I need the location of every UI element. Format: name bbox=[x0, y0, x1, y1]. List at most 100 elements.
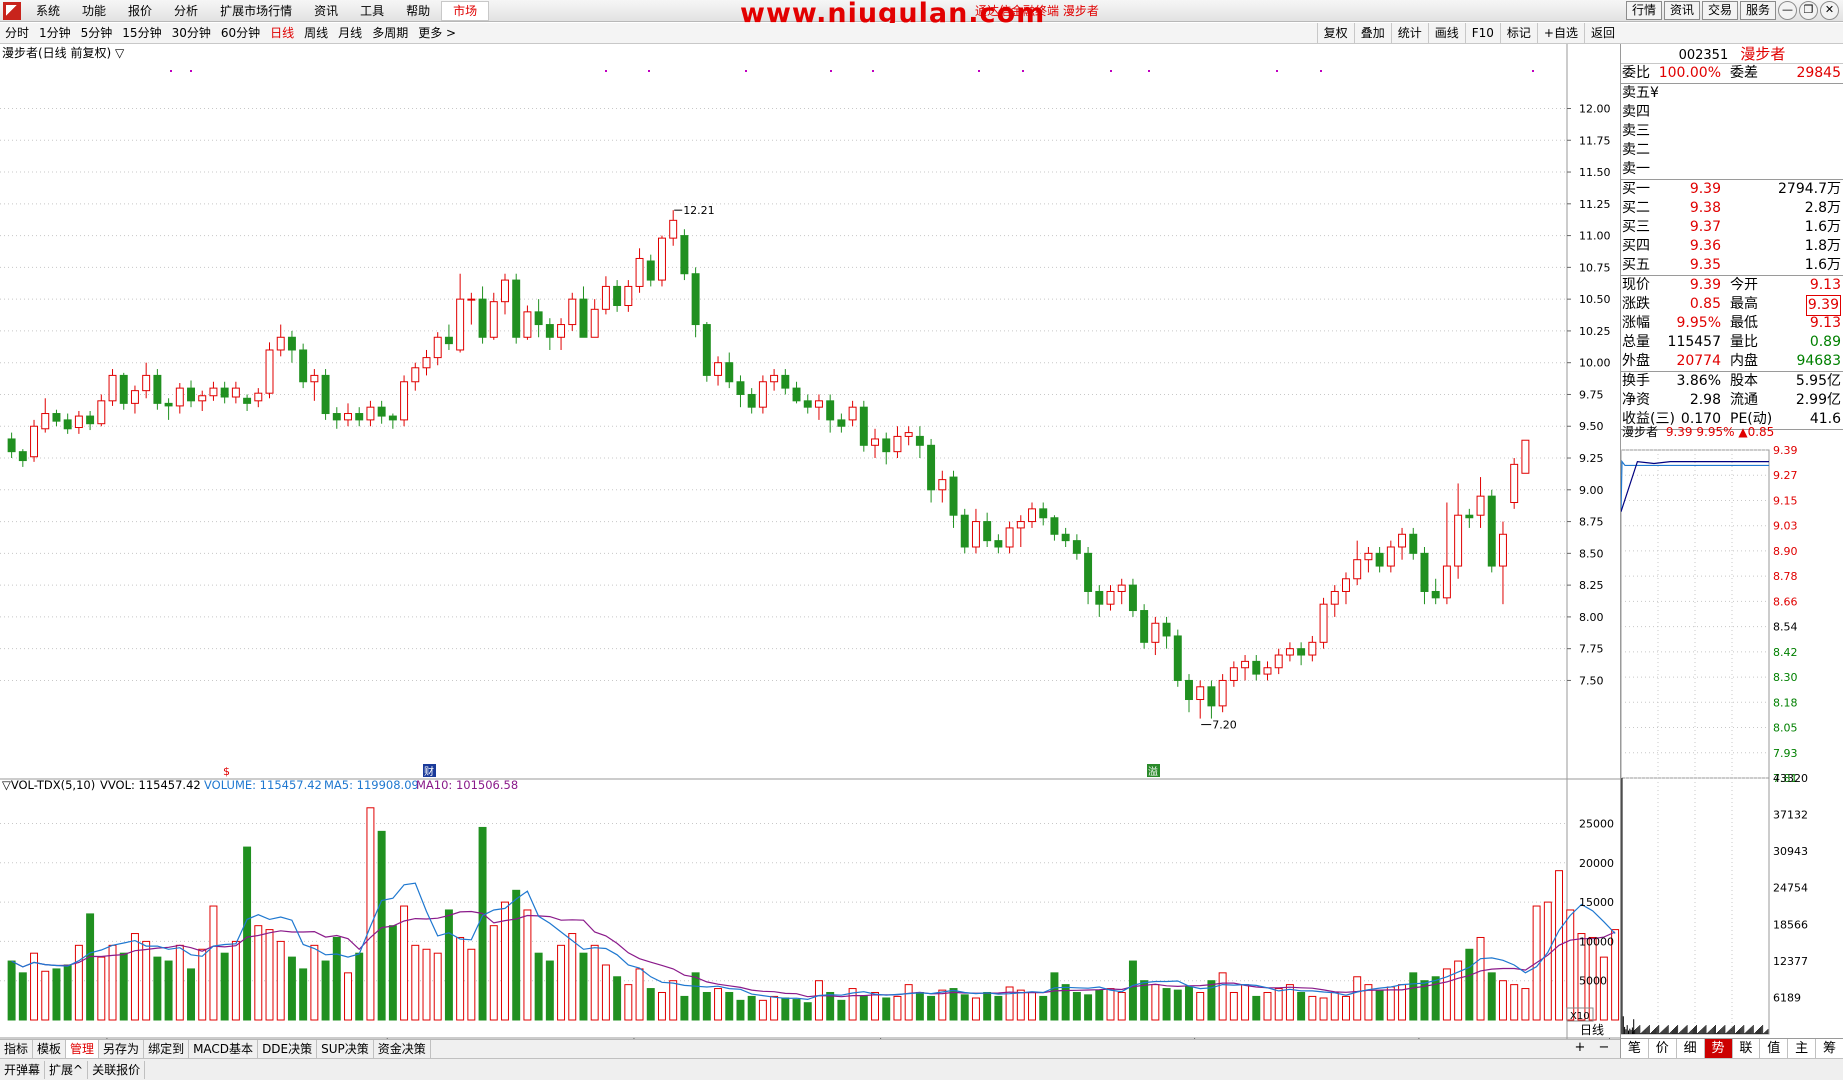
vol-indicator-name[interactable]: ▽VOL-TDX(5,10) bbox=[2, 778, 95, 792]
tab-macd[interactable]: MACD基本 bbox=[189, 1040, 259, 1058]
volume-bar bbox=[646, 988, 655, 1021]
menu-item-market[interactable]: 市场 bbox=[441, 0, 490, 21]
menu-item-function[interactable]: 功能 bbox=[71, 0, 117, 22]
tool-mark[interactable]: 标记 bbox=[1499, 23, 1537, 43]
candle-body bbox=[859, 406, 868, 446]
restore-icon[interactable]: ❐ bbox=[1799, 1, 1818, 20]
tab-fund[interactable]: 资金决策 bbox=[374, 1040, 431, 1058]
price-tick-label: 12.00 bbox=[1579, 102, 1611, 115]
candle-body bbox=[7, 438, 16, 453]
menu-item-news[interactable]: 资讯 bbox=[303, 0, 349, 22]
quote-row-2-label-2: 最低 bbox=[1730, 315, 1758, 331]
tab-save-as[interactable]: 另存为 bbox=[99, 1040, 145, 1058]
period-15min[interactable]: 15分钟 bbox=[117, 23, 166, 43]
sell-level-5[interactable]: 卖五¥ bbox=[1621, 84, 1843, 103]
candle-body bbox=[949, 476, 958, 516]
tab-sup[interactable]: SUP决策 bbox=[317, 1040, 374, 1058]
period-weekly[interactable]: 周线 bbox=[299, 23, 333, 43]
period-more[interactable]: 更多 > bbox=[413, 23, 461, 43]
sell-level-1[interactable]: 卖一 bbox=[1621, 160, 1843, 179]
zoom-out-button[interactable]: − bbox=[1596, 1040, 1612, 1055]
candle-body bbox=[411, 367, 420, 383]
buy-level-1[interactable]: 买一 9.39 2794.7万 bbox=[1621, 180, 1843, 199]
sell-level-4[interactable]: 卖四 bbox=[1621, 103, 1843, 122]
menu-item-quote[interactable]: 报价 bbox=[117, 0, 163, 22]
menu-item-system[interactable]: 系统 bbox=[25, 0, 71, 22]
candle-body bbox=[299, 349, 308, 383]
market-button[interactable]: 行情 bbox=[1625, 1, 1662, 20]
app-logo-icon[interactable] bbox=[3, 1, 21, 20]
buy-level-2[interactable]: 买二 9.38 2.8万 bbox=[1621, 199, 1843, 218]
tab-bind-to[interactable]: 绑定到 bbox=[144, 1040, 190, 1058]
service-button[interactable]: 服务 bbox=[1739, 1, 1776, 20]
period-30min[interactable]: 30分钟 bbox=[167, 23, 216, 43]
right-tab-2[interactable]: 细 bbox=[1677, 1039, 1705, 1058]
right-tab-5[interactable]: 值 bbox=[1760, 1039, 1789, 1058]
fundamental-row-1-label: 净资 bbox=[1622, 392, 1650, 408]
event-marker-dot bbox=[1022, 70, 1024, 72]
tab-manage[interactable]: 管理 bbox=[66, 1040, 100, 1058]
stock-name: 漫步者 bbox=[1740, 45, 1786, 63]
volume-bar bbox=[893, 995, 902, 1021]
candle-body bbox=[904, 432, 913, 437]
buy-level-price: 9.39 bbox=[1689, 181, 1721, 197]
candle-body bbox=[209, 387, 218, 397]
candle-body bbox=[366, 406, 375, 421]
tool-draw[interactable]: 画线 bbox=[1427, 23, 1465, 43]
period-multi[interactable]: 多周期 bbox=[367, 23, 413, 43]
related-quote-button[interactable]: 关联报价 bbox=[88, 1060, 146, 1079]
tab-dde[interactable]: DDE决策 bbox=[258, 1040, 318, 1058]
trade-button[interactable]: 交易 bbox=[1701, 1, 1738, 20]
menu-item-help[interactable]: 帮助 bbox=[395, 0, 441, 22]
candle-body bbox=[871, 438, 880, 446]
period-5min[interactable]: 5分钟 bbox=[76, 23, 118, 43]
period-1min[interactable]: 1分钟 bbox=[34, 23, 76, 43]
volume-bar bbox=[691, 972, 700, 1021]
fundamentals: 换手 3.86% 股本 5.95亿 净资 2.98 流通 2.99亿 收益(三) 0.170 PE(… bbox=[1621, 372, 1843, 429]
tool-add-watchlist[interactable]: +自选 bbox=[1536, 23, 1584, 43]
volume-bar bbox=[837, 999, 846, 1021]
sell-level-2[interactable]: 卖二 bbox=[1621, 141, 1843, 160]
sell-level-3[interactable]: 卖三 bbox=[1621, 122, 1843, 141]
zoom-in-button[interactable]: + bbox=[1572, 1040, 1588, 1055]
kline-chart-area[interactable]: 7.50 7.75 8.00 8.25 8.50 8.75 9.00 9.25 9.50 9.75… bbox=[0, 44, 1620, 1039]
tool-stats[interactable]: 统计 bbox=[1390, 23, 1428, 43]
period-60min[interactable]: 60分钟 bbox=[216, 23, 265, 43]
buy-level-volume: 1.6万 bbox=[1804, 257, 1841, 273]
right-tab-7[interactable]: 筹 bbox=[1816, 1039, 1843, 1058]
tool-f10[interactable]: F10 bbox=[1464, 23, 1500, 43]
buy-level-4[interactable]: 买四 9.36 1.8万 bbox=[1621, 237, 1843, 256]
close-icon[interactable]: ✕ bbox=[1820, 1, 1839, 20]
tool-back[interactable]: 返回 bbox=[1583, 23, 1621, 43]
tool-adjust[interactable]: 复权 bbox=[1316, 23, 1354, 43]
menu-item-tools[interactable]: 工具 bbox=[349, 0, 395, 22]
right-tab-1[interactable]: 价 bbox=[1649, 1039, 1677, 1058]
extend-toggle[interactable]: 扩展^ bbox=[45, 1060, 89, 1079]
buy-level-label: 买一 bbox=[1622, 181, 1650, 197]
news-button[interactable]: 资讯 bbox=[1663, 1, 1700, 20]
right-tab-4[interactable]: 联 bbox=[1733, 1039, 1761, 1058]
danmaku-toggle[interactable]: 开弹幕 bbox=[0, 1060, 46, 1079]
price-tick-label: 10.00 bbox=[1579, 357, 1611, 370]
tab-template[interactable]: 模板 bbox=[33, 1040, 67, 1058]
buy-level-5[interactable]: 买五 9.35 1.6万 bbox=[1621, 256, 1843, 275]
period-intraday[interactable]: 分时 bbox=[0, 23, 34, 43]
period-monthly[interactable]: 月线 bbox=[333, 23, 367, 43]
right-tab-3[interactable]: 势 bbox=[1704, 1039, 1733, 1058]
chart-title[interactable]: 漫步者(日线 前复权) ▽ bbox=[2, 45, 125, 60]
volume-bar bbox=[568, 933, 577, 1021]
minimize-icon[interactable]: — bbox=[1778, 1, 1797, 20]
right-tab-0[interactable]: 笔 bbox=[1621, 1039, 1649, 1058]
kline-chart[interactable]: 7.50 7.75 8.00 8.25 8.50 8.75 9.00 9.25 9.50 9.75… bbox=[0, 44, 1620, 1039]
period-daily[interactable]: 日线 bbox=[265, 23, 299, 43]
right-tab-6[interactable]: 主 bbox=[1788, 1039, 1817, 1058]
tab-indicator[interactable]: 指标 bbox=[0, 1040, 34, 1058]
menu-item-analysis[interactable]: 分析 bbox=[163, 0, 209, 22]
quote-row-2: 涨幅 9.95% 最低 9.13 bbox=[1621, 314, 1843, 333]
menu-item-extended-market[interactable]: 扩展市场行情 bbox=[209, 0, 303, 22]
candle-body bbox=[1185, 679, 1193, 701]
tool-overlay[interactable]: 叠加 bbox=[1353, 23, 1391, 43]
intraday-mini-chart[interactable]: 9.39 9.27 9.15 9.03 8.90 8.78 8.66 8.54 8.42 8.30… bbox=[1621, 440, 1843, 1036]
top-right-controls: 行情 资讯 交易 服务 — ❐ ✕ bbox=[1625, 1, 1839, 20]
buy-level-3[interactable]: 买三 9.37 1.6万 bbox=[1621, 218, 1843, 237]
